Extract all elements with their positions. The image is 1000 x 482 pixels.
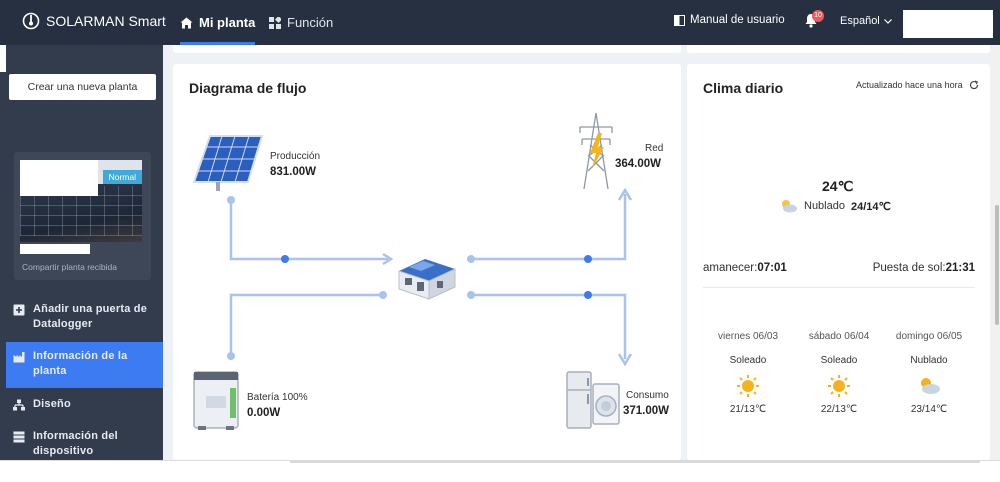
user-account-area[interactable] — [903, 10, 993, 38]
cloudy-icon — [782, 200, 797, 213]
battery-icon — [193, 371, 239, 430]
forecast-condition: Soleado — [820, 355, 858, 366]
tab-mi-planta[interactable]: Mi planta — [180, 0, 256, 45]
sitemap-icon — [13, 399, 25, 411]
refresh-icon[interactable] — [969, 80, 979, 90]
sunset-label: Puesta de sol: — [872, 262, 946, 274]
forecast-day: domingo 06/05 Nublado 23/14℃ — [884, 331, 974, 415]
sidebar-item-label-line: planta — [33, 365, 67, 377]
notification-badge: 10 — [812, 10, 824, 22]
forecast-temps: 22/13℃ — [820, 404, 858, 415]
solar-panel-icon — [192, 135, 264, 191]
current-condition: Nublado — [804, 200, 845, 212]
forecast-condition: Nublado — [910, 355, 948, 366]
sidebar-item-label: Añadir una puerta de Datalogger — [33, 302, 147, 332]
house-icon — [398, 259, 456, 300]
create-plant-button[interactable]: Crear una nueva planta — [9, 74, 156, 100]
horizontal-scrollbar[interactable] — [290, 460, 980, 463]
redacted-area — [20, 160, 98, 196]
appliances-icon — [566, 371, 620, 429]
forecast-date: domingo 06/05 — [895, 331, 963, 342]
sunrise: amanecer:07:01 — [703, 262, 787, 274]
forecast-date: viernes 06/03 — [717, 331, 779, 342]
sidebar: Crear una nueva planta Normal Compartir … — [0, 45, 163, 460]
sunset-time: 21:31 — [945, 262, 975, 274]
language-selector[interactable]: Español — [840, 15, 892, 27]
plant-photo: Normal — [20, 160, 142, 242]
tab-funcion-label: Función — [287, 15, 334, 30]
sun-times: amanecer:07:01 Puesta de sol:21:31 — [703, 262, 975, 274]
current-weather: Nublado 24/14℃ — [780, 199, 891, 213]
consumption-label: Consumo — [626, 390, 669, 401]
sidebar-item-label: Información de la planta — [33, 349, 127, 379]
brand-logo[interactable]: SOLARMAN Smart — [22, 12, 166, 30]
grid-label: Red — [645, 143, 664, 154]
tab-mi-planta-label: Mi planta — [199, 15, 256, 30]
previous-card-edge — [687, 45, 990, 53]
weather-updated-text: Actualizado hace una hora — [856, 80, 963, 90]
consumption-value: 371.00W — [623, 405, 670, 417]
forecast-day: viernes 06/03 Soleado 21/13℃ — [703, 331, 793, 415]
weather-divider — [703, 287, 975, 288]
home-icon — [180, 17, 193, 28]
battery-label: Batería 100% — [247, 392, 308, 403]
battery-value: 0.00W — [247, 407, 281, 419]
sidebar-item-label-line: dispositivo — [33, 445, 94, 457]
previous-card-edge — [173, 45, 681, 53]
plant-card[interactable]: Normal Compartir planta recibida — [14, 152, 151, 280]
forecast-temps: 21/13℃ — [729, 404, 767, 415]
factory-icon — [13, 352, 25, 363]
language-label: Español — [840, 15, 880, 27]
top-navigation-bar: SOLARMAN Smart Mi planta Función Manual … — [0, 0, 1000, 45]
sunset: Puesta de sol:21:31 — [873, 262, 975, 274]
plant-share-text: Compartir planta recibida — [22, 262, 117, 272]
solarman-logo-icon — [22, 12, 40, 30]
plant-name — [20, 244, 90, 254]
weather-title: Clima diario — [703, 80, 784, 96]
production-label: Producción — [270, 151, 321, 162]
book-icon — [674, 14, 685, 26]
sidebar-item-design[interactable]: Diseño — [6, 397, 163, 417]
sun-icon — [737, 375, 759, 397]
current-temperature: 24℃ — [822, 178, 854, 194]
forecast-condition: Soleado — [729, 355, 767, 366]
sidebar-item-device-info[interactable]: Información del dispositivo — [6, 429, 163, 460]
sidebar-item-plant-info[interactable]: Información de la planta — [6, 342, 163, 388]
sunrise-time: 07:01 — [757, 262, 787, 274]
production-value: 831.00W — [270, 166, 317, 178]
bottom-strip — [0, 460, 1000, 482]
cloudy-icon — [921, 378, 940, 394]
current-temp-range: 24/14℃ — [850, 200, 891, 213]
apps-icon — [269, 16, 281, 29]
sidebar-item-label-line: Datalogger — [33, 318, 93, 330]
sidebar-item-label-line: Diseño — [33, 398, 71, 410]
sun-icon — [828, 375, 850, 397]
device-list-icon — [13, 431, 25, 443]
tab-funcion[interactable]: Función — [269, 0, 333, 45]
weather-updated: Actualizado hace una hora — [856, 80, 979, 90]
power-tower-icon — [579, 112, 613, 190]
chevron-down-icon — [883, 18, 892, 24]
sidebar-item-label-line: Información del — [33, 430, 118, 442]
sidebar-item-label: Información del dispositivo — [33, 429, 118, 459]
sunrise-label: amanecer: — [703, 262, 758, 274]
forecast-day: sábado 06/04 Soleado 22/13℃ — [794, 331, 884, 415]
brand-name: SOLARMAN Smart — [46, 13, 166, 29]
user-manual-label: Manual de usuario — [690, 14, 785, 26]
forecast-temps: 23/14℃ — [910, 404, 948, 415]
sidebar-item-add-datalogger[interactable]: Añadir una puerta de Datalogger — [6, 302, 163, 336]
user-manual-link[interactable]: Manual de usuario — [674, 14, 785, 26]
forecast-date: sábado 06/04 — [808, 331, 870, 342]
sidebar-top-strip — [0, 45, 6, 72]
plant-status-badge: Normal — [102, 170, 142, 184]
sidebar-item-label-line: Añadir una puerta de — [33, 303, 148, 315]
sidebar-item-label-line: Información de la — [33, 350, 128, 362]
vertical-scroll-thumb[interactable] — [995, 205, 999, 325]
app-window: SOLARMAN Smart Mi planta Función Manual … — [0, 0, 1000, 482]
notifications-button[interactable]: 10 — [804, 10, 824, 33]
grid-value: 364.00W — [615, 158, 662, 170]
sidebar-item-label: Diseño — [33, 397, 71, 412]
plus-square-icon — [13, 304, 25, 316]
